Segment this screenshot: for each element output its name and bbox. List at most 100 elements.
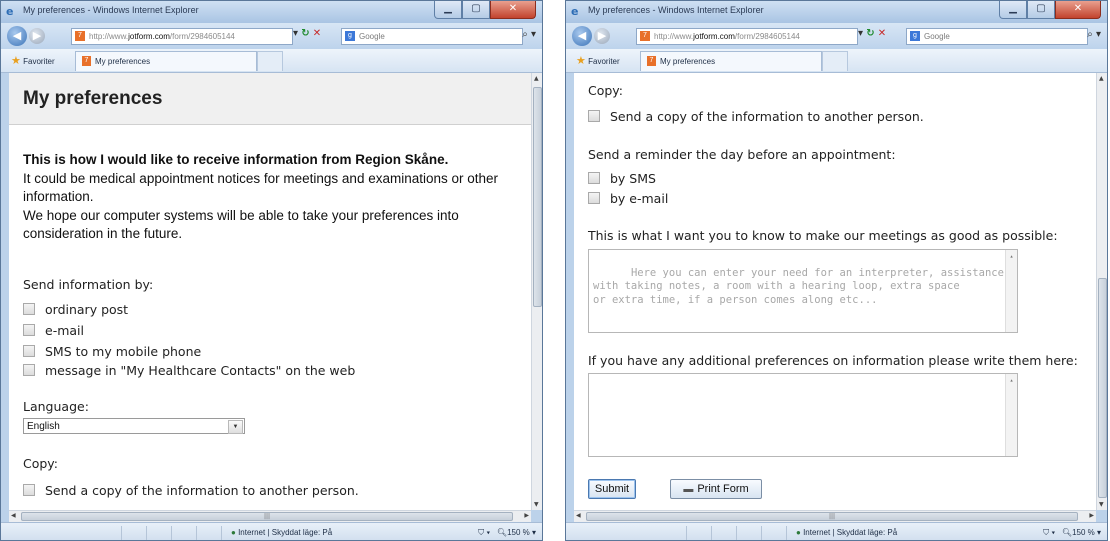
additional-textarea[interactable]: ▴ — [588, 373, 1018, 457]
url-dropdown-icon[interactable]: ▾ — [858, 28, 863, 39]
horizontal-scrollbar[interactable]: ◀ ||| ▶ — [574, 510, 1096, 522]
search-box[interactable]: g Google — [906, 28, 1088, 45]
forward-arrow-icon[interactable]: ▶ — [29, 28, 45, 44]
stop-icon[interactable]: ✕ — [878, 28, 886, 39]
meetings-label: This is what I want you to know to make … — [588, 228, 1058, 243]
send-option-healthcare-contacts[interactable]: message in "My Healthcare Contacts" on t… — [23, 363, 355, 378]
submit-button[interactable]: Submit — [588, 479, 636, 499]
search-icon[interactable]: ⌕ ▾ — [522, 29, 536, 40]
search-box[interactable]: g Google — [341, 28, 523, 45]
scroll-left-icon[interactable]: ◀ — [11, 512, 16, 519]
checkbox[interactable] — [588, 192, 600, 204]
title-bar[interactable]: e My preferences - Windows Internet Expl… — [566, 1, 1107, 23]
tab-label: My preferences — [660, 57, 716, 66]
minimize-button[interactable]: ▁ — [999, 1, 1027, 19]
scroll-up-icon[interactable]: ▲ — [1099, 75, 1104, 82]
status-bar: ● Internet | Skyddat läge: På ⛉ ▾ 🔍︎150 … — [1, 522, 542, 540]
checkbox[interactable] — [23, 484, 35, 496]
copy-option[interactable]: Send a copy of the information to anothe… — [23, 483, 359, 498]
zoom-control[interactable]: ⛉ ▾ 🔍︎150 % ▾ — [1043, 528, 1101, 538]
scroll-left-icon[interactable]: ◀ — [576, 512, 581, 519]
scroll-thumb[interactable]: ||| — [586, 512, 1078, 521]
zoom-level: 150 % — [1072, 528, 1095, 537]
search-icon[interactable]: ⌕ ▾ — [1087, 29, 1101, 40]
protected-mode-icon[interactable]: ⛉ ▾ — [478, 528, 490, 537]
scroll-up-icon[interactable]: ▲ — [534, 75, 539, 82]
reminder-option-email[interactable]: by e-mail — [588, 191, 668, 206]
reminder-option-sms[interactable]: by SMS — [588, 171, 656, 186]
status-bar: ● Internet | Skyddat läge: På ⛉ ▾ 🔍︎150 … — [566, 522, 1107, 540]
scroll-thumb[interactable] — [533, 87, 542, 307]
reminder-label: Send a reminder the day before an appoin… — [588, 147, 896, 162]
ie-icon: e — [571, 5, 579, 18]
url-prefix: http://www. — [654, 32, 694, 41]
favorites-bar: ★ Favoriter 7 My preferences — [1, 49, 542, 73]
option-label: message in "My Healthcare Contacts" on t… — [45, 363, 356, 378]
refresh-icon[interactable]: ↻ — [301, 28, 309, 39]
minimize-button[interactable]: ▁ — [434, 1, 462, 19]
send-option-post[interactable]: ordinary post — [23, 302, 128, 317]
print-form-button[interactable]: ▬ Print Form — [670, 479, 762, 499]
textarea-scrollbar[interactable]: ▴ — [1005, 374, 1017, 456]
chevron-down-icon[interactable]: ▼ — [228, 420, 243, 434]
checkbox[interactable] — [588, 110, 600, 122]
forward-arrow-icon[interactable]: ▶ — [594, 28, 610, 44]
favorites-button[interactable]: ★ Favoriter — [11, 54, 55, 67]
scroll-right-icon[interactable]: ▶ — [524, 512, 529, 519]
checkbox[interactable] — [23, 364, 35, 376]
checkbox[interactable] — [23, 345, 35, 357]
checkbox[interactable] — [23, 303, 35, 315]
zone-text: Internet | Skyddat läge: På — [803, 528, 898, 537]
checkbox[interactable] — [588, 172, 600, 184]
zoom-icon: 🔍︎ — [496, 528, 508, 537]
favorites-button[interactable]: ★ Favoriter — [576, 54, 620, 67]
intro-text: This is how I would like to receive info… — [23, 151, 513, 244]
url-field[interactable]: 7 http://www.jotform.com/form/2984605144 — [636, 28, 858, 45]
close-button[interactable]: ✕ — [1055, 1, 1101, 19]
url-dropdown-icon[interactable]: ▾ — [293, 28, 298, 39]
maximize-button[interactable]: ▢ — [1027, 1, 1055, 19]
meetings-textarea[interactable]: Here you can enter your need for an inte… — [588, 249, 1018, 333]
stop-icon[interactable]: ✕ — [313, 28, 321, 39]
vertical-scrollbar[interactable]: ▲ ▼ — [1096, 73, 1107, 510]
tab-my-preferences[interactable]: 7 My preferences — [75, 51, 257, 71]
scroll-down-icon[interactable]: ▼ — [534, 501, 539, 508]
scroll-down-icon[interactable]: ▼ — [1099, 501, 1104, 508]
scroll-thumb[interactable]: ||| — [21, 512, 513, 521]
scroll-right-icon[interactable]: ▶ — [1089, 512, 1094, 519]
scroll-thumb[interactable] — [1098, 278, 1107, 498]
back-arrow-icon[interactable]: ◀ — [572, 26, 592, 46]
language-select[interactable]: English ▼ — [23, 418, 245, 434]
maximize-button[interactable]: ▢ — [462, 1, 490, 19]
language-label: Language: — [23, 399, 89, 414]
horizontal-scrollbar[interactable]: ◀ ||| ▶ — [9, 510, 531, 522]
favorites-label: Favoriter — [23, 57, 55, 66]
window-title: My preferences - Windows Internet Explor… — [23, 5, 199, 15]
copy-option[interactable]: Send a copy of the information to anothe… — [588, 109, 924, 124]
vertical-scrollbar[interactable]: ▲ ▼ — [531, 73, 542, 510]
url-path: /form/2984605144 — [169, 32, 235, 41]
title-bar[interactable]: e My preferences - Windows Internet Expl… — [1, 1, 542, 23]
textarea-scrollbar[interactable]: ▴ — [1005, 250, 1017, 332]
back-arrow-icon[interactable]: ◀ — [7, 26, 27, 46]
printer-icon: ▬ — [683, 484, 694, 495]
address-bar: ◀ ▶ 7 http://www.jotform.com/form/2984605… — [1, 23, 542, 49]
favorites-star-icon: ★ — [11, 55, 21, 67]
tab-my-preferences[interactable]: 7 My preferences — [640, 51, 822, 71]
intro-line-2: We hope our computer systems will be abl… — [23, 207, 459, 242]
protected-mode-icon[interactable]: ⛉ ▾ — [1043, 528, 1055, 537]
url-path: /form/2984605144 — [734, 32, 800, 41]
checkbox[interactable] — [23, 324, 35, 336]
site-favicon-icon: 7 — [82, 56, 91, 66]
send-option-email[interactable]: e-mail — [23, 323, 84, 338]
send-option-sms[interactable]: SMS to my mobile phone — [23, 344, 201, 359]
refresh-icon[interactable]: ↻ — [866, 28, 874, 39]
address-actions: ▾ ↻ ✕ — [858, 28, 886, 39]
new-tab-button[interactable] — [257, 51, 283, 71]
url-field[interactable]: 7 http://www.jotform.com/form/2984605144 — [71, 28, 293, 45]
close-button[interactable]: ✕ — [490, 1, 536, 19]
new-tab-button[interactable] — [822, 51, 848, 71]
security-zone[interactable]: ● Internet | Skyddat läge: På — [231, 528, 332, 537]
zoom-control[interactable]: ⛉ ▾ 🔍︎150 % ▾ — [478, 528, 536, 538]
security-zone[interactable]: ● Internet | Skyddat läge: På — [796, 528, 897, 537]
